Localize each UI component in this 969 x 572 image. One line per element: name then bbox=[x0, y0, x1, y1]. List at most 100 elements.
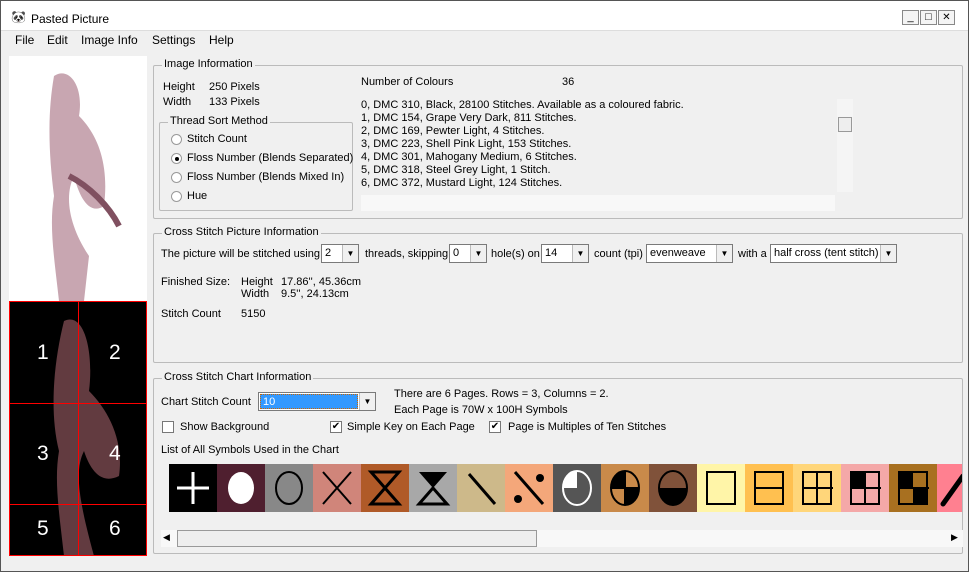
radio-label: Hue bbox=[187, 190, 208, 202]
symbol-plus-icon[interactable] bbox=[169, 464, 217, 512]
symbol-circle-half-icon[interactable] bbox=[649, 464, 697, 512]
page-number: 3 bbox=[37, 442, 49, 465]
symbol-percent-icon[interactable] bbox=[505, 464, 553, 512]
symbol-circle-icon[interactable] bbox=[265, 464, 313, 512]
chevron-down-icon[interactable]: ▼ bbox=[572, 245, 588, 262]
chart-stitch-count-label: Chart Stitch Count bbox=[161, 396, 251, 408]
height-label: Height bbox=[163, 81, 195, 93]
title-bar: 🐼 Pasted Picture _ □ ✕ bbox=[1, 1, 968, 31]
symbols-hscrollbar[interactable]: ◀ ▶ bbox=[161, 530, 963, 547]
symbol-square-diag-icon[interactable] bbox=[889, 464, 937, 512]
value: evenweave bbox=[650, 247, 706, 259]
grid-line bbox=[78, 301, 79, 556]
skip-select[interactable]: 0 ▼ bbox=[449, 244, 487, 263]
show-background-checkbox[interactable] bbox=[162, 421, 174, 433]
list-item[interactable]: 2, DMC 169, Pewter Light, 4 Stitches. bbox=[361, 125, 851, 138]
colours-label: Number of Colours bbox=[361, 76, 454, 88]
symbol-square-half-icon[interactable] bbox=[745, 464, 793, 512]
finished-size-label: Finished Size: bbox=[161, 276, 231, 288]
simple-key-checkbox[interactable]: ✔ bbox=[330, 421, 342, 433]
checkbox-label: Show Background bbox=[180, 421, 270, 433]
main-window: 🐼 Pasted Picture _ □ ✕ File Edit Image I… bbox=[0, 0, 969, 572]
scroll-right-icon[interactable]: ▶ bbox=[951, 532, 958, 543]
value: 10 bbox=[260, 394, 358, 409]
menu-edit[interactable]: Edit bbox=[47, 33, 68, 47]
symbol-dot-icon[interactable] bbox=[217, 464, 265, 512]
symbol-hourglass-icon[interactable] bbox=[361, 464, 409, 512]
symbol-square-quarter-icon[interactable] bbox=[841, 464, 889, 512]
symbol-square-grid-icon[interactable] bbox=[793, 464, 841, 512]
label: hole(s) on bbox=[491, 248, 540, 260]
stitch-count-label: Stitch Count bbox=[161, 308, 221, 320]
label: The picture will be stitched using bbox=[161, 248, 320, 260]
count-select[interactable]: 14 ▼ bbox=[541, 244, 589, 263]
list-item[interactable]: 1, DMC 154, Grape Very Dark, 811 Stitche… bbox=[361, 112, 851, 125]
scroll-thumb[interactable] bbox=[177, 530, 537, 547]
maximize-button[interactable]: □ bbox=[920, 10, 937, 25]
close-button[interactable]: ✕ bbox=[938, 10, 955, 25]
list-item[interactable]: 6, DMC 372, Mustard Light, 124 Stitches. bbox=[361, 177, 851, 190]
finished-height-value: 17.86'', 45.36cm bbox=[281, 276, 362, 288]
radio-label: Floss Number (Blends Mixed In) bbox=[187, 171, 345, 183]
stitch-count-value: 5150 bbox=[241, 308, 266, 320]
symbol-x-icon[interactable] bbox=[313, 464, 361, 512]
symbols-label: List of All Symbols Used in the Chart bbox=[161, 444, 339, 456]
symbol-hourglass-filled-icon[interactable] bbox=[409, 464, 457, 512]
value: 0 bbox=[453, 247, 460, 259]
checkbox-label: Simple Key on Each Page bbox=[347, 421, 475, 433]
list-item[interactable]: 0, DMC 310, Black, 28100 Stitches. Avail… bbox=[361, 99, 851, 112]
pages-text: There are 6 Pages. Rows = 3, Columns = 2… bbox=[394, 388, 609, 400]
chevron-down-icon[interactable]: ▼ bbox=[342, 245, 358, 262]
radio-label: Floss Number (Blends Separated) bbox=[187, 152, 354, 164]
figure-image bbox=[49, 73, 122, 301]
page-number: 1 bbox=[37, 341, 49, 364]
thread-list-hscrollbar[interactable] bbox=[361, 195, 835, 211]
menu-image-info[interactable]: Image Info bbox=[81, 33, 138, 47]
thread-list-vscrollbar[interactable] bbox=[837, 99, 853, 192]
chart-stitch-count-select[interactable]: 10 ▼ bbox=[258, 392, 376, 411]
symbol-circle-quadrants-icon[interactable] bbox=[601, 464, 649, 512]
radio-label: Stitch Count bbox=[187, 133, 247, 145]
menu-help[interactable]: Help bbox=[209, 33, 234, 47]
list-item[interactable]: 3, DMC 223, Shell Pink Light, 153 Stitch… bbox=[361, 138, 851, 151]
checkbox-label: Page is Multiples of Ten Stitches bbox=[508, 421, 667, 433]
stitch-type-select[interactable]: half cross (tent stitch) ▼ bbox=[770, 244, 897, 263]
chevron-down-icon[interactable]: ▼ bbox=[716, 245, 732, 262]
radio-hue[interactable] bbox=[171, 191, 182, 202]
list-item[interactable]: 4, DMC 301, Mahogany Medium, 6 Stitches. bbox=[361, 151, 851, 164]
page-number: 2 bbox=[109, 341, 121, 364]
multiples-of-ten-checkbox[interactable]: ✔ bbox=[489, 421, 501, 433]
chevron-down-icon[interactable]: ▼ bbox=[359, 393, 375, 410]
label: threads, skipping bbox=[365, 248, 449, 260]
symbol-pie-quarter-icon[interactable] bbox=[553, 464, 601, 512]
chevron-down-icon[interactable]: ▼ bbox=[470, 245, 486, 262]
radio-floss-mixed[interactable] bbox=[171, 172, 182, 183]
group-title: Image Information bbox=[162, 58, 255, 70]
symbol-square-icon[interactable] bbox=[697, 464, 745, 512]
radio-stitch-count[interactable] bbox=[171, 134, 182, 145]
group-title: Cross Stitch Picture Information bbox=[162, 226, 321, 238]
value: 14 bbox=[545, 247, 558, 259]
symbol-slash-icon[interactable] bbox=[937, 464, 962, 512]
threads-select[interactable]: 2 ▼ bbox=[321, 244, 359, 263]
radio-floss-separated[interactable] bbox=[171, 153, 182, 164]
grid-line bbox=[9, 504, 147, 505]
list-item[interactable]: 5, DMC 318, Steel Grey Light, 1 Stitch. bbox=[361, 164, 851, 177]
menu-settings[interactable]: Settings bbox=[152, 33, 195, 47]
scroll-left-icon[interactable]: ◀ bbox=[163, 532, 170, 543]
width-value: 133 Pixels bbox=[209, 96, 260, 108]
app-icon: 🐼 bbox=[11, 10, 26, 24]
height-value: 250 Pixels bbox=[209, 81, 260, 93]
finished-height-label: Height bbox=[241, 276, 273, 288]
fabric-select[interactable]: evenweave ▼ bbox=[646, 244, 733, 263]
menu-file[interactable]: File bbox=[15, 33, 34, 47]
colours-value: 36 bbox=[562, 76, 575, 88]
symbol-backslash-icon[interactable] bbox=[457, 464, 505, 512]
source-image-preview bbox=[9, 56, 147, 301]
chevron-down-icon[interactable]: ▼ bbox=[880, 245, 896, 262]
group-title: Thread Sort Method bbox=[168, 115, 270, 127]
page-number: 4 bbox=[109, 442, 121, 465]
scroll-thumb[interactable] bbox=[838, 117, 852, 132]
minimize-button[interactable]: _ bbox=[902, 10, 919, 25]
chart-pages-preview: 1 2 3 4 5 6 bbox=[9, 301, 147, 556]
